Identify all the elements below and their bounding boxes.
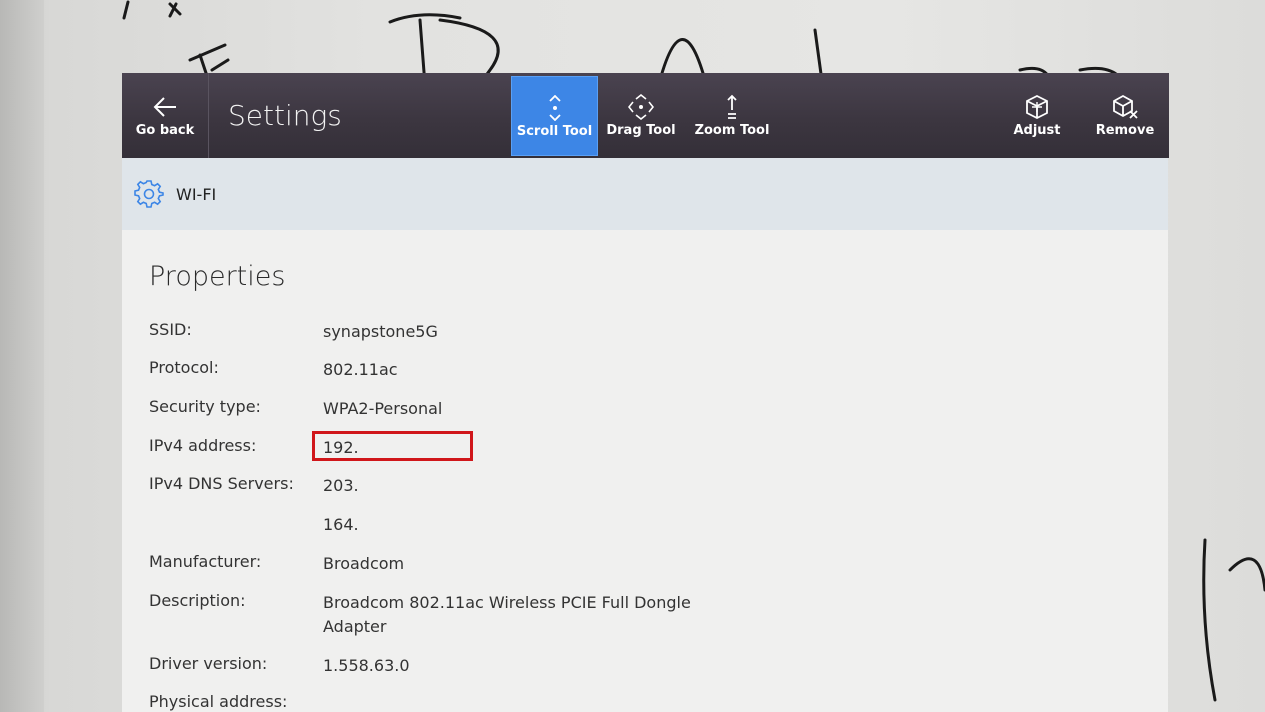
property-label: Description: [149,591,246,610]
zoom-tool-label: Zoom Tool [694,123,770,138]
cube-remove-icon [1111,93,1139,121]
property-value[interactable]: synapstone5G [323,320,723,344]
property-label: IPv4 address: [149,436,257,455]
property-value[interactable]: 1.558.63.0 [323,654,723,678]
property-label: IPv4 DNS Servers: [149,474,294,493]
property-value[interactable]: 164. [323,513,723,537]
scroll-tool-label: Scroll Tool [516,123,593,139]
highlight-box [312,431,473,461]
remove-button[interactable]: Remove [1082,73,1168,158]
background-edge [0,0,44,712]
property-value[interactable]: Broadcom [323,552,723,576]
remove-label: Remove [1095,123,1155,138]
drag-tool-button[interactable]: Drag Tool [598,73,684,158]
section-header: WI-FI [122,158,1168,230]
zoom-tool-button[interactable]: Zoom Tool [684,73,780,158]
property-label: Protocol: [149,358,219,377]
property-label: SSID: [149,320,192,339]
property-value[interactable]: Broadcom 802.11ac Wireless PCIE Full Don… [323,591,703,639]
page-title: Settings [228,99,342,132]
adjust-label: Adjust [1013,123,1061,138]
properties-heading: Properties [149,261,286,292]
go-back-button[interactable]: Go back [122,73,209,158]
property-value[interactable]: 203. [323,474,723,498]
property-label: Manufacturer: [149,552,262,571]
scroll-arrows-icon [541,94,569,122]
go-back-label: Go back [135,123,195,138]
app-toolbar: Go back Settings Scroll Tool Drag Tool Z… [122,73,1169,158]
scroll-tool-button[interactable]: Scroll Tool [511,76,598,156]
property-label: Physical address: [149,692,288,711]
arrow-left-icon [151,93,179,121]
gear-icon [134,179,164,209]
zoom-arrows-icon [718,93,746,121]
drag-tool-label: Drag Tool [606,123,676,138]
adjust-button[interactable]: Adjust [996,73,1078,158]
property-value[interactable]: WPA2-Personal [323,397,723,421]
settings-panel: WI-FI Properties SSID: synapstone5G Prot… [122,158,1168,712]
property-label: Security type: [149,397,261,416]
drag-arrows-icon [627,93,655,121]
property-value[interactable]: 802.11ac [323,358,723,382]
cube-adjust-icon [1023,93,1051,121]
section-title: WI-FI [176,184,217,204]
property-label: Driver version: [149,654,268,673]
